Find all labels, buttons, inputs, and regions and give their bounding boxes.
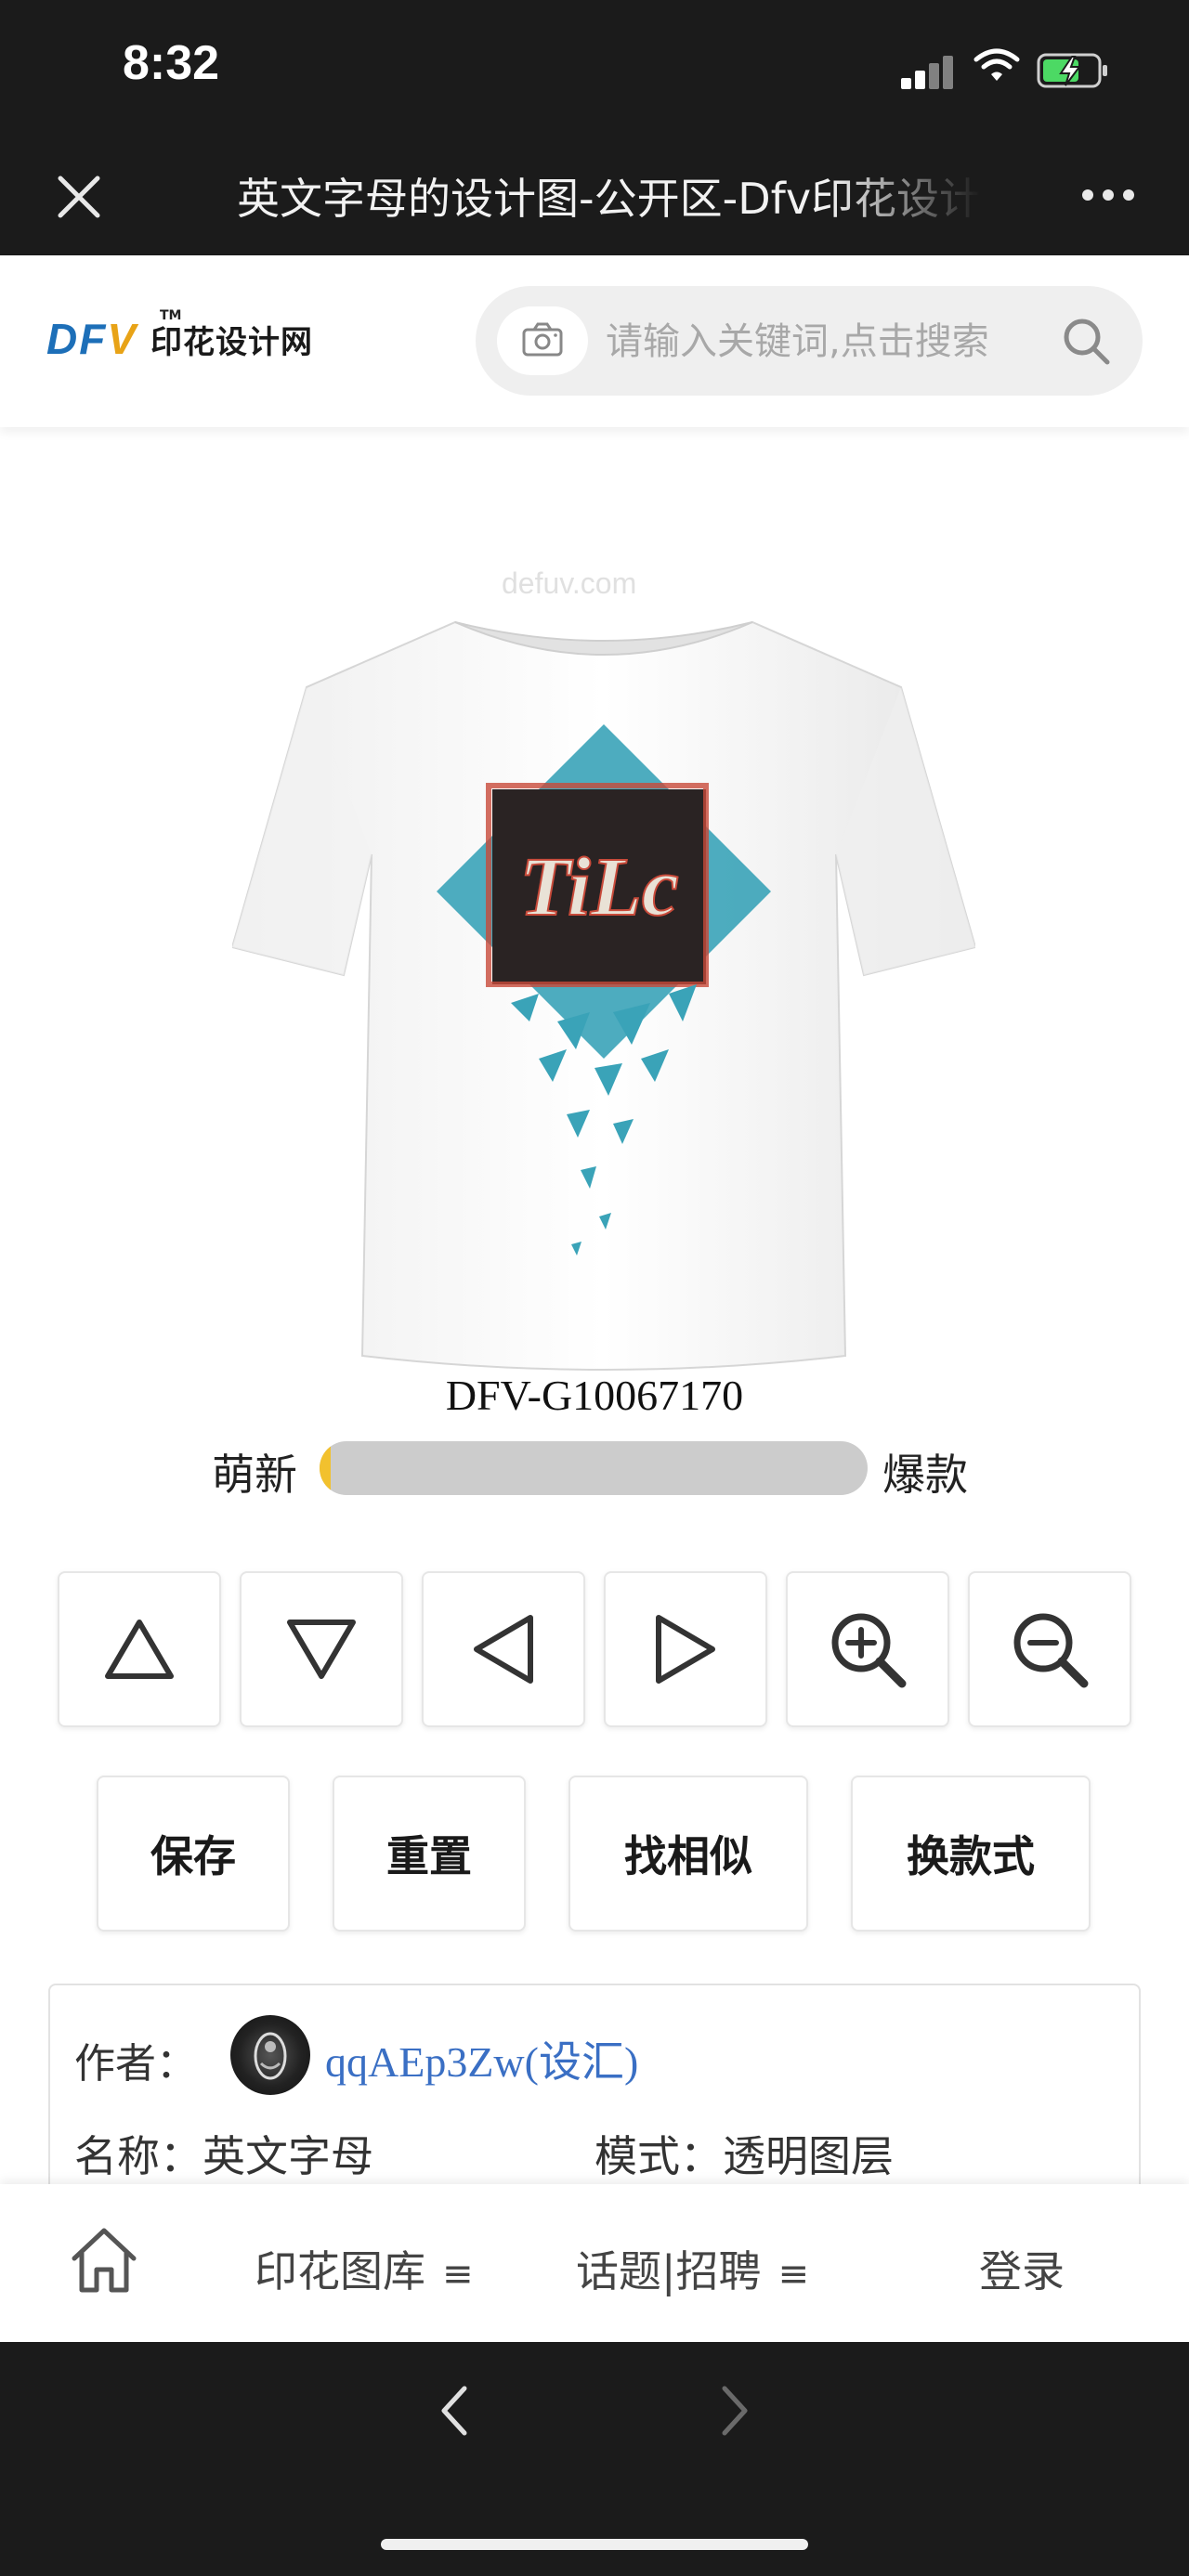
move-down-button[interactable] [240,1571,403,1727]
chevron-left-icon[interactable] [437,2383,474,2439]
nav-topics-jobs-label: 话题|招聘 [576,2246,762,2296]
status-bar: 8:32 [0,0,1189,139]
nav-topics-jobs[interactable]: 话题|招聘 ≡ [576,2238,809,2299]
author-label: 作者： [74,2040,197,2088]
more-options-icon[interactable] [1082,184,1138,206]
image-search-button[interactable] [497,306,588,375]
zoom-in-icon [831,1613,907,1688]
close-icon[interactable] [51,169,107,225]
menu-icon: ≡ [777,2253,810,2296]
popularity-bar [320,1441,868,1495]
author-avatar[interactable] [230,2015,310,2095]
popularity-label-high: 爆款 [882,1450,968,1500]
triangle-left-icon [474,1615,533,1684]
watermark: defuv.com [502,566,637,600]
tshirt-preview-image[interactable]: TiLc [232,557,975,1374]
move-up-button[interactable] [58,1571,221,1727]
design-name: 名称：英文字母 [74,2131,373,2181]
find-similar-button[interactable]: 找相似 [568,1776,808,1932]
reset-button[interactable]: 重置 [333,1776,526,1932]
wifi-icon [973,48,1020,81]
popularity-label-low: 萌新 [212,1450,297,1500]
search-icon[interactable] [1059,314,1115,370]
login-link[interactable]: 登录 [979,2238,1065,2299]
nav-print-library[interactable]: 印花图库 ≡ [255,2238,474,2299]
change-style-button[interactable]: 换款式 [851,1776,1091,1932]
chevron-right-icon[interactable] [715,2383,752,2439]
triangle-right-icon [656,1615,715,1684]
logo-trademark: TM [160,308,182,323]
triangle-up-icon [105,1620,174,1679]
triangle-down-icon [287,1620,356,1679]
battery-charging-icon [1037,53,1107,88]
cellular-signal-icon [901,52,957,89]
avatar-image [254,2032,287,2080]
svg-text:TiLc: TiLc [519,841,679,933]
author-name-link[interactable]: qqAEp3Zw(设汇) [325,2028,638,2089]
home-icon[interactable] [67,2223,141,2297]
camera-icon [522,322,563,357]
design-mode: 模式：透明图层 [594,2131,894,2181]
save-button[interactable]: 保存 [97,1776,290,1932]
zoom-in-button[interactable] [786,1571,949,1727]
menu-icon: ≡ [442,2253,474,2296]
page-title: 英文字母的设计图-公开区-Dfv印花设计网 [237,174,980,221]
popularity-bar-fill [320,1441,331,1495]
product-code: DFV-G10067170 [445,1372,744,1419]
zoom-out-icon [1013,1613,1089,1688]
zoom-out-button[interactable] [968,1571,1131,1727]
status-time: 8:32 [123,36,220,90]
logo-mark: DFV [46,315,138,363]
site-logo[interactable]: DFV TM 印花设计网 [46,306,313,371]
search-input[interactable] [604,312,1040,371]
home-indicator [381,2539,808,2550]
nav-print-library-label: 印花图库 [255,2246,425,2296]
move-right-button[interactable] [604,1571,767,1727]
move-left-button[interactable] [422,1571,585,1727]
